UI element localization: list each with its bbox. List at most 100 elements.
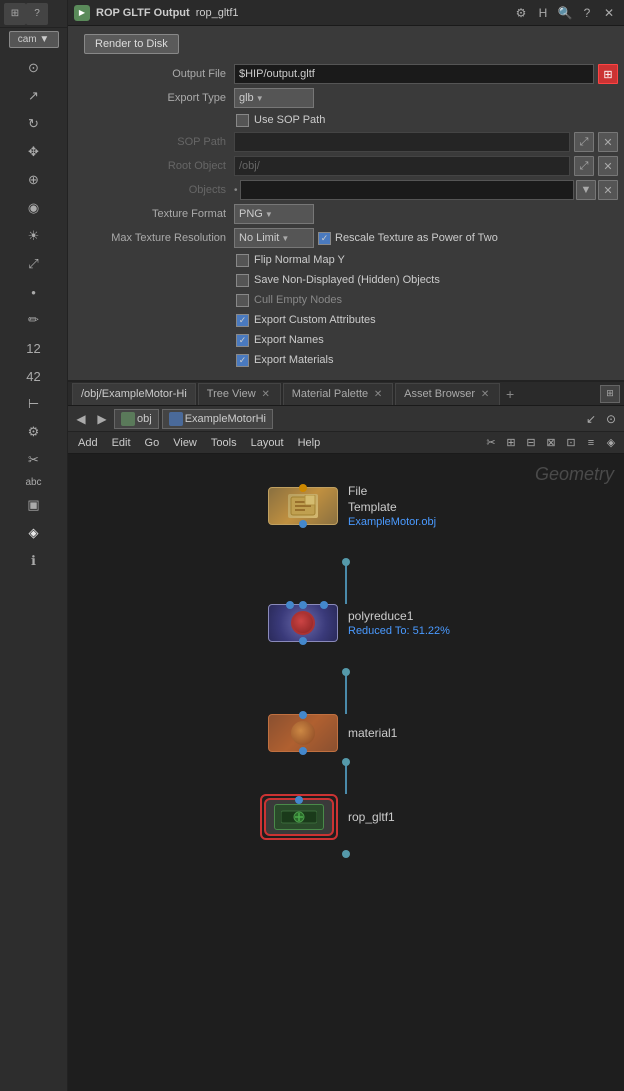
rotate-icon[interactable]: ↻ [21, 111, 47, 137]
rop-gltf-node[interactable]: rop_gltf1 [260, 794, 395, 840]
tab-material-close[interactable]: ✕ [372, 388, 384, 400]
num-icon[interactable]: 12 [21, 335, 47, 361]
menu-add[interactable]: Add [72, 436, 104, 450]
sop-path-btn2[interactable]: ✕ [598, 132, 618, 152]
select-arrow-icon: ▼ [256, 94, 264, 103]
bookmark-btn[interactable]: H [534, 4, 552, 22]
eye-icon[interactable]: ◉ [21, 195, 47, 221]
menu-icon2[interactable]: ⊞ [502, 434, 520, 452]
file-template-node[interactable]: File Template ExampleMotor.obj [268, 484, 436, 528]
texture-format-select[interactable]: PNG ▼ [234, 204, 314, 224]
polyreduce-box[interactable] [268, 604, 338, 642]
menu-icon4[interactable]: ⊠ [542, 434, 560, 452]
menu-icon7[interactable]: ◈ [602, 434, 620, 452]
view-icon[interactable]: ⊙ [21, 55, 47, 81]
dot-icon[interactable]: • [21, 279, 47, 305]
pen-icon[interactable]: ✏ [21, 307, 47, 333]
menu-help[interactable]: Help [292, 436, 327, 450]
tab-material-palette[interactable]: Material Palette ✕ [283, 383, 393, 405]
grid-icon[interactable]: ⊞ [4, 3, 26, 25]
image-icon[interactable]: ▣ [21, 492, 47, 518]
tab-tree-view[interactable]: Tree View ✕ [198, 383, 281, 405]
sop-path-btn1[interactable]: ⤢ [574, 132, 594, 152]
output-file-icon-btn[interactable]: ⊞ [598, 64, 618, 84]
texture-format-label: Texture Format [74, 208, 234, 220]
objects-bullet: • [234, 185, 238, 196]
root-object-btn2[interactable]: ✕ [598, 156, 618, 176]
question-btn[interactable]: ? [578, 4, 596, 22]
geo-icon[interactable]: ◈ [21, 520, 47, 546]
menu-icon6[interactable]: ≡ [582, 434, 600, 452]
cursor-icon[interactable]: ↗ [21, 83, 47, 109]
settings-btn[interactable]: ⚙ [512, 4, 530, 22]
panel-icon: ▶ [74, 5, 90, 21]
root-object-input[interactable] [234, 156, 570, 176]
search-btn[interactable]: 🔍 [556, 4, 574, 22]
file-template-box[interactable] [268, 487, 338, 525]
nav-forward-icon[interactable]: ▶ [93, 410, 111, 428]
tab-add-button[interactable]: + [502, 386, 518, 402]
scissor-icon[interactable]: ✂ [21, 447, 47, 473]
objects-clear-btn[interactable]: ✕ [598, 180, 618, 200]
root-object-btn1[interactable]: ⤢ [574, 156, 594, 176]
flip-normal-label: Flip Normal Map Y [254, 254, 345, 266]
menu-view[interactable]: View [167, 436, 203, 450]
material-node[interactable]: material1 [268, 714, 397, 752]
wrench-icon[interactable]: ⚙ [21, 419, 47, 445]
menu-tools[interactable]: Tools [205, 436, 243, 450]
help-icon[interactable]: ? [26, 3, 48, 25]
cam-button[interactable]: cam ▼ [9, 31, 59, 48]
export-names-row: ✓ Export Names [68, 330, 624, 350]
pan-icon[interactable]: ✥ [21, 139, 47, 165]
output-file-input[interactable] [234, 64, 594, 84]
geometry-label: Geometry [535, 464, 614, 485]
material-box[interactable] [268, 714, 338, 752]
nav-back-icon[interactable]: ◀ [72, 410, 90, 428]
max-texture-select[interactable]: No Limit ▼ [234, 228, 314, 248]
save-hidden-checkbox[interactable] [236, 274, 249, 287]
polyreduce-node[interactable]: polyreduce1 Reduced To: 51.22% [268, 604, 450, 642]
export-materials-checkbox[interactable]: ✓ [236, 354, 249, 367]
num2-icon[interactable]: 42 [21, 363, 47, 389]
export-type-select[interactable]: glb ▼ [234, 88, 314, 108]
ruler-icon[interactable]: ⊢ [21, 391, 47, 417]
menu-layout[interactable]: Layout [245, 436, 290, 450]
layout-icon[interactable]: ↙ [582, 410, 600, 428]
objects-dropdown-btn[interactable]: ▼ [576, 180, 596, 200]
tab-asset-close[interactable]: ✕ [479, 388, 491, 400]
menu-edit[interactable]: Edit [106, 436, 137, 450]
menu-icon3[interactable]: ⊟ [522, 434, 540, 452]
tab-asset-browser[interactable]: Asset Browser ✕ [395, 383, 500, 405]
tab-tree-close[interactable]: ✕ [260, 388, 272, 400]
path-obj[interactable]: obj [114, 409, 159, 429]
rescale-checkbox[interactable]: ✓ [318, 232, 331, 245]
viewport-toolbar: ◀ ▶ obj ExampleMotorHi ↙ ⊙ [68, 406, 624, 432]
use-sop-path-checkbox[interactable] [236, 114, 249, 127]
camera-icon[interactable]: ⊙ [602, 410, 620, 428]
close-btn[interactable]: ✕ [600, 4, 618, 22]
objects-input[interactable] [240, 180, 574, 200]
file-node-sublabel: Template [348, 500, 436, 514]
flip-normal-checkbox[interactable] [236, 254, 249, 267]
panel-nodename: rop_gltf1 [196, 7, 239, 19]
tab-view-button[interactable]: ⊞ [600, 385, 620, 403]
material-info: material1 [348, 726, 397, 740]
sop-path-input[interactable] [234, 132, 570, 152]
zoom-icon[interactable]: ⊕ [21, 167, 47, 193]
export-names-checkbox[interactable]: ✓ [236, 334, 249, 347]
export-custom-checkbox[interactable]: ✓ [236, 314, 249, 327]
menu-icon5[interactable]: ⊡ [562, 434, 580, 452]
node-graph[interactable]: Geometry [68, 454, 624, 1091]
menu-icon1[interactable]: ✂ [482, 434, 500, 452]
info-icon[interactable]: ℹ [21, 548, 47, 574]
max-texture-row: Max Texture Resolution No Limit ▼ ✓ Resc… [68, 226, 624, 250]
tab-example-motor[interactable]: /obj/ExampleMotor-Hi [72, 383, 196, 405]
transform-icon[interactable]: ⤢ [21, 251, 47, 277]
light-icon[interactable]: ☀ [21, 223, 47, 249]
rop-gltf-box[interactable] [264, 798, 334, 836]
render-to-disk-button[interactable]: Render to Disk [84, 34, 179, 54]
cull-empty-checkbox[interactable] [236, 294, 249, 307]
rop-gltf-outer[interactable] [260, 794, 338, 840]
menu-go[interactable]: Go [139, 436, 166, 450]
path-example-motor[interactable]: ExampleMotorHi [162, 409, 273, 429]
